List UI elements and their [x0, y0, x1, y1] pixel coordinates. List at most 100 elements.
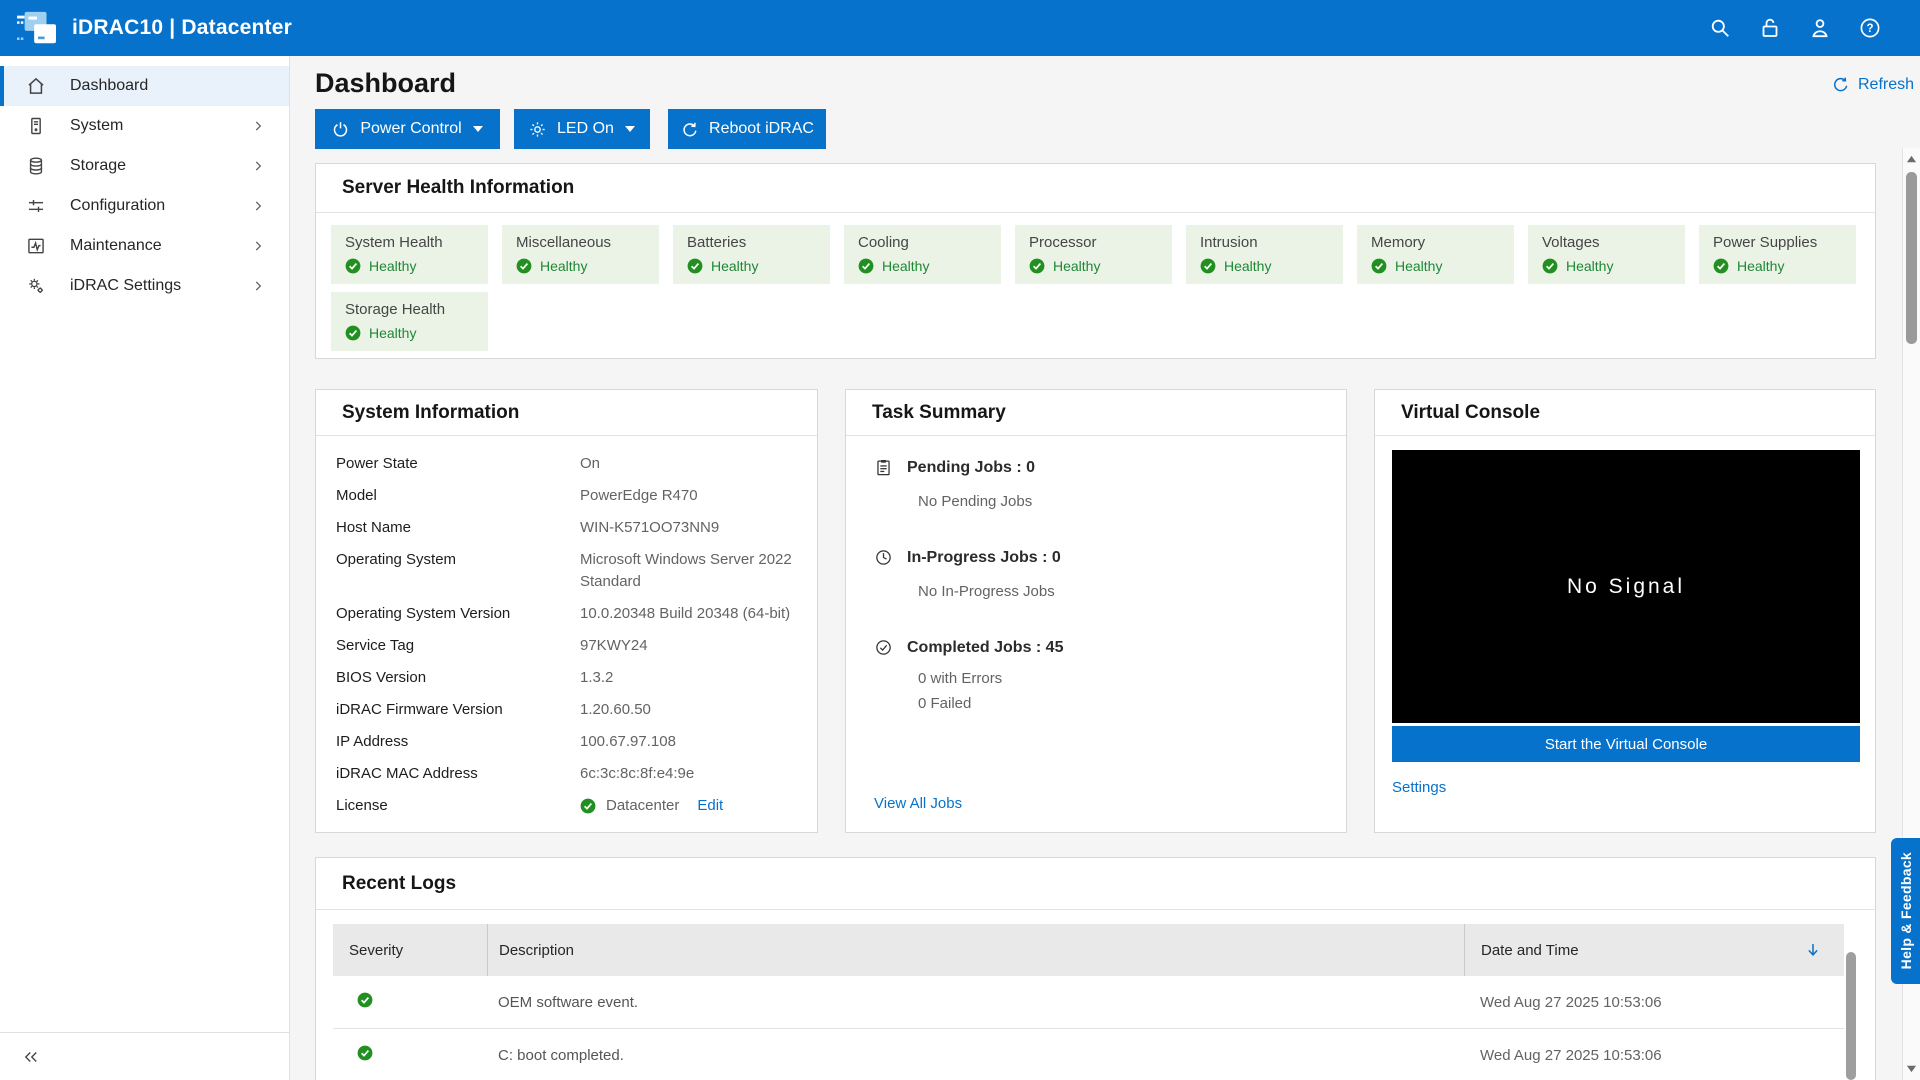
chevron-right-icon: [251, 159, 265, 173]
info-row: iDRAC MAC Address6c:3c:8c:8f:e4:9e: [336, 763, 797, 785]
column-header-description[interactable]: Description: [487, 924, 1464, 976]
help-icon[interactable]: ?: [1858, 16, 1882, 40]
svg-text:?: ?: [1866, 23, 1873, 35]
info-row: Operating System Version10.0.20348 Build…: [336, 603, 797, 625]
no-in-progress-jobs-text: No In-Progress Jobs: [918, 583, 1318, 600]
server-tower-icon: [26, 116, 46, 136]
sidebar-item-idrac-settings[interactable]: iDRAC Settings: [0, 266, 289, 306]
power-control-button[interactable]: Power Control: [315, 109, 500, 149]
sidebar-item-dashboard[interactable]: Dashboard: [0, 66, 289, 106]
completed-jobs-row: Completed Jobs : 45: [874, 638, 1318, 657]
column-header-date[interactable]: Date and Time: [1464, 924, 1844, 976]
check-circle-icon: [1200, 258, 1216, 274]
search-icon[interactable]: [1708, 16, 1732, 40]
health-tile-processor[interactable]: Processor Healthy: [1015, 225, 1172, 284]
page-scrollbar-thumb[interactable]: [1906, 172, 1917, 344]
check-circle-icon: [580, 798, 596, 814]
scroll-up-arrow-icon[interactable]: [1906, 154, 1917, 165]
health-tile-power-supplies[interactable]: Power Supplies Healthy: [1699, 225, 1856, 284]
check-circle-icon: [1371, 258, 1387, 274]
sidebar-item-label: iDRAC Settings: [70, 277, 181, 295]
virtual-console-screen: No Signal: [1392, 450, 1860, 723]
clipboard-icon: [874, 458, 893, 477]
chevron-right-icon: [251, 199, 265, 213]
health-tile-intrusion[interactable]: Intrusion Healthy: [1186, 225, 1343, 284]
log-row[interactable]: C: boot completed. Wed Aug 27 2025 10:53…: [333, 1029, 1844, 1080]
logs-scrollbar-thumb[interactable]: [1846, 952, 1856, 1080]
check-circle-icon: [1542, 258, 1558, 274]
recent-logs-table-header: Severity Description Date and Time: [333, 924, 1844, 976]
sidebar-footer: [0, 1032, 289, 1080]
info-row: IP Address100.67.97.108: [336, 731, 797, 753]
completed-errors-text: 0 with Errors: [918, 670, 1318, 687]
health-tile-storage-health[interactable]: Storage Health Healthy: [331, 292, 488, 351]
led-button[interactable]: LED On: [514, 109, 650, 149]
refresh-label: Refresh: [1858, 76, 1914, 94]
page-title: Dashboard: [315, 68, 456, 99]
sidebar-item-storage[interactable]: Storage: [0, 146, 289, 186]
health-tile-memory[interactable]: Memory Healthy: [1357, 225, 1514, 284]
server-health-title: Server Health Information: [316, 164, 1875, 213]
help-feedback-tab[interactable]: Help & Feedback: [1891, 838, 1920, 984]
info-row: Host NameWIN-K571OO73NN9: [336, 517, 797, 539]
start-virtual-console-button[interactable]: Start the Virtual Console: [1392, 726, 1860, 762]
sidebar-item-label: Dashboard: [70, 77, 148, 95]
check-circle-icon: [1713, 258, 1729, 274]
health-tile-cooling[interactable]: Cooling Healthy: [844, 225, 1001, 284]
sidebar-item-maintenance[interactable]: Maintenance: [0, 226, 289, 266]
sort-descending-icon[interactable]: [1804, 941, 1822, 959]
health-tile-batteries[interactable]: Batteries Healthy: [673, 225, 830, 284]
license-value: Datacenter: [606, 795, 679, 817]
server-health-card: Server Health Information System Health …: [315, 163, 1876, 359]
column-header-severity[interactable]: Severity: [333, 942, 487, 959]
info-row: Power StateOn: [336, 453, 797, 475]
virtual-console-card: Virtual Console No Signal Start the Virt…: [1374, 389, 1876, 833]
log-row[interactable]: OEM software event. Wed Aug 27 2025 10:5…: [333, 976, 1844, 1029]
app-title: iDRAC10 | Datacenter: [72, 16, 292, 40]
pending-jobs-row: Pending Jobs : 0: [874, 458, 1318, 477]
collapse-sidebar-icon[interactable]: [22, 1048, 40, 1066]
recent-logs-title: Recent Logs: [316, 858, 1875, 910]
health-tile-miscellaneous[interactable]: Miscellaneous Healthy: [502, 225, 659, 284]
check-circle-icon: [858, 258, 874, 274]
sidebar-item-label: Storage: [70, 157, 126, 175]
lock-icon[interactable]: [1758, 16, 1782, 40]
system-information-card: System Information Power StateOn ModelPo…: [315, 389, 818, 833]
log-description: C: boot completed.: [487, 1047, 1464, 1064]
license-edit-link[interactable]: Edit: [697, 795, 723, 817]
user-icon[interactable]: [1808, 16, 1832, 40]
no-signal-text: No Signal: [1567, 575, 1685, 599]
reboot-icon: [680, 120, 699, 139]
app-header: iDRAC10 | Datacenter ?: [0, 0, 1920, 56]
health-tiles: System Health Healthy Miscellaneous Heal…: [316, 213, 1875, 363]
system-information-title: System Information: [316, 390, 817, 436]
virtual-console-title: Virtual Console: [1375, 390, 1875, 436]
severity-ok-icon: [357, 992, 373, 1008]
check-circle-icon: [345, 325, 361, 341]
health-tile-system-health[interactable]: System Health Healthy: [331, 225, 488, 284]
in-progress-jobs-row: In-Progress Jobs : 0: [874, 548, 1318, 567]
completed-failed-text: 0 Failed: [918, 695, 1318, 712]
virtual-console-settings-link[interactable]: Settings: [1392, 779, 1446, 796]
view-all-jobs-link[interactable]: View All Jobs: [874, 795, 962, 812]
info-row: iDRAC Firmware Version1.20.60.50: [336, 699, 797, 721]
reboot-label: Reboot iDRAC: [709, 120, 814, 138]
check-circle-icon: [1029, 258, 1045, 274]
license-row: License Datacenter Edit: [336, 795, 797, 817]
info-row: BIOS Version1.3.2: [336, 667, 797, 689]
log-description: OEM software event.: [487, 994, 1464, 1011]
reboot-idrac-button[interactable]: Reboot iDRAC: [668, 109, 826, 149]
refresh-button[interactable]: Refresh: [1832, 76, 1914, 94]
recent-logs-card: Recent Logs Severity Description Date an…: [315, 857, 1876, 1080]
database-icon: [26, 156, 46, 176]
task-summary-card: Task Summary Pending Jobs : 0 No Pending…: [845, 389, 1347, 833]
sidebar-item-system[interactable]: System: [0, 106, 289, 146]
clock-icon: [874, 548, 893, 567]
log-datetime: Wed Aug 27 2025 10:53:06: [1464, 1047, 1844, 1064]
health-tile-voltages[interactable]: Voltages Healthy: [1528, 225, 1685, 284]
scroll-down-arrow-icon[interactable]: [1906, 1063, 1917, 1074]
check-circle-outline-icon: [874, 638, 893, 657]
sidebar-item-configuration[interactable]: Configuration: [0, 186, 289, 226]
help-feedback-label: Help & Feedback: [1898, 852, 1914, 969]
sidebar-item-label: Configuration: [70, 197, 165, 215]
